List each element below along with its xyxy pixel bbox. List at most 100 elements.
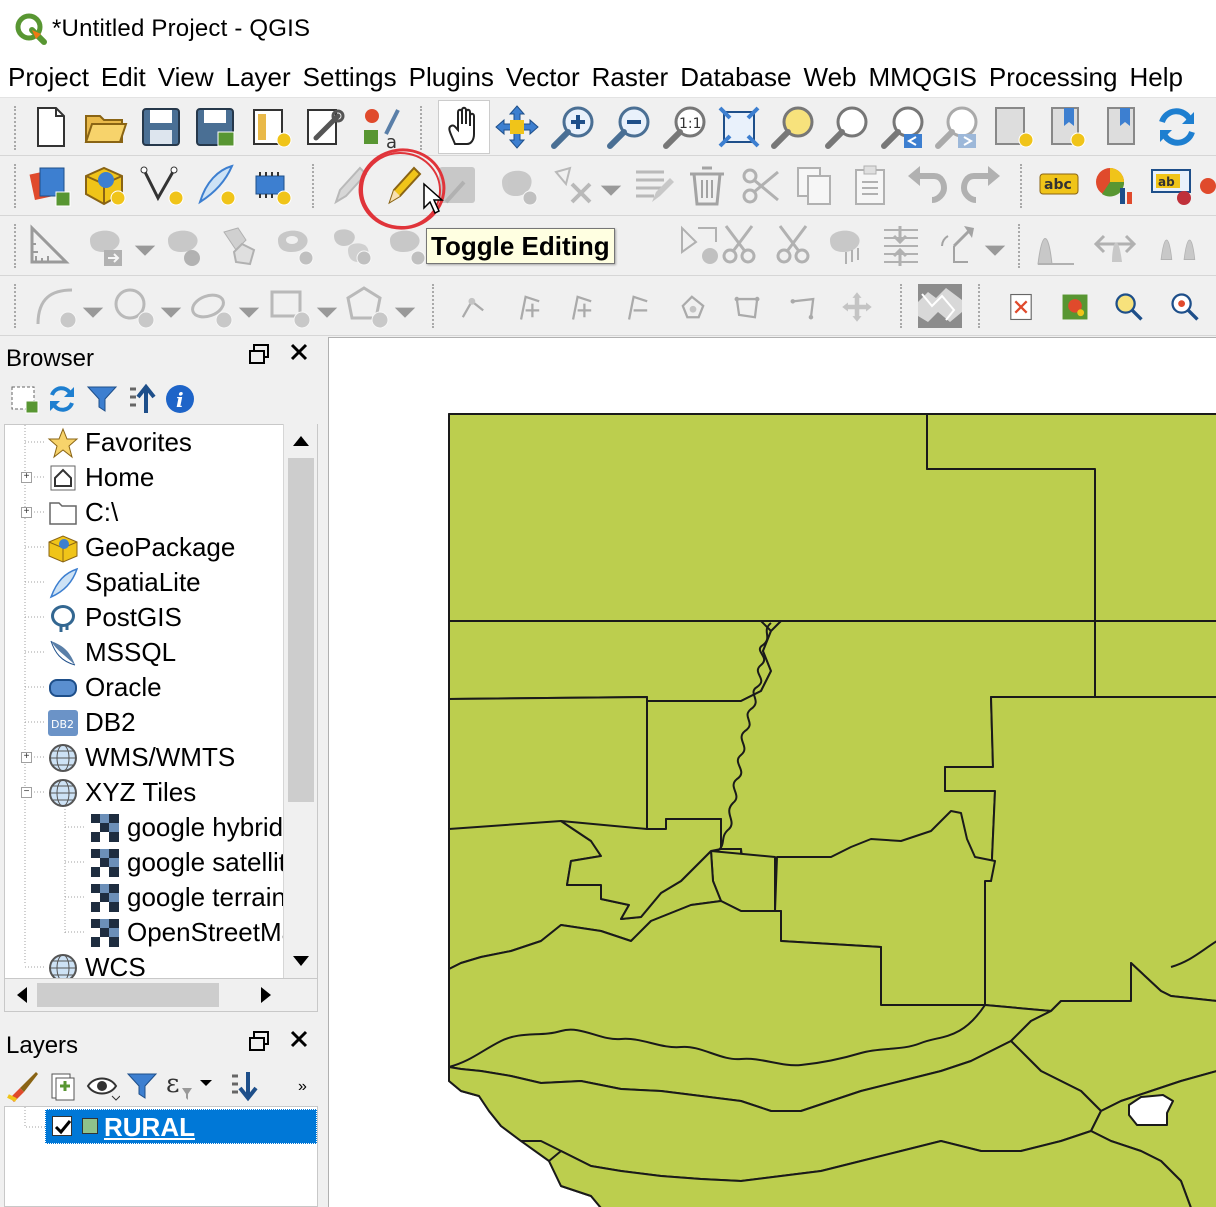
digitizing-tool-2-icon[interactable]	[504, 282, 554, 332]
browser-item-google-terrain[interactable]: google terrain	[89, 880, 286, 915]
manage-visibility-icon[interactable]	[86, 1070, 121, 1107]
split-features-icon[interactable]	[716, 220, 766, 270]
toolbar-grip[interactable]	[14, 164, 20, 208]
zoom-next-icon[interactable]	[932, 102, 982, 152]
fill-ring-icon[interactable]	[382, 220, 432, 270]
new-print-layout-icon[interactable]	[246, 102, 296, 152]
zoom-in-icon[interactable]	[548, 102, 598, 152]
browser-item-openstreetmap[interactable]: OpenStreetMap	[89, 915, 311, 950]
more-tools-icon[interactable]: »	[298, 1078, 307, 1096]
vertex-tool-icon[interactable]	[548, 160, 598, 210]
pan-to-selection-icon[interactable]	[492, 102, 542, 152]
collapse-all-icon[interactable]	[126, 383, 158, 420]
add-ellipse-icon[interactable]	[186, 282, 236, 332]
delete-selected-icon[interactable]	[682, 160, 732, 210]
menu-raster[interactable]: Raster	[592, 62, 675, 93]
add-part-icon[interactable]	[326, 220, 376, 270]
map-canvas[interactable]	[328, 337, 1216, 1207]
browser-item-mssql[interactable]: MSSQL	[47, 635, 176, 670]
filter-browser-icon[interactable]	[86, 383, 118, 420]
browser-item-google-satellite[interactable]: google satellite	[89, 845, 300, 880]
scrollbar-thumb[interactable]	[288, 458, 314, 802]
circular-string-dropdown-icon[interactable]	[78, 286, 108, 336]
scrollbar-thumb[interactable]	[37, 983, 219, 1007]
current-edits-icon[interactable]	[324, 160, 374, 210]
menu-project[interactable]: Project	[8, 62, 95, 93]
zoom-last-icon[interactable]	[878, 102, 928, 152]
scroll-down-arrow-icon[interactable]	[290, 950, 312, 972]
add-selected-layers-icon[interactable]	[8, 383, 40, 420]
expand-icon[interactable]: +	[21, 752, 32, 763]
layer-styling-icon[interactable]	[6, 1070, 40, 1107]
rotate-point-dropdown-icon[interactable]	[980, 224, 1010, 274]
open-project-icon[interactable]	[80, 102, 130, 152]
georeferencer-icon[interactable]	[996, 282, 1046, 332]
browser-item-oracle[interactable]: Oracle	[47, 670, 162, 705]
new-shapefile-layer-icon[interactable]	[136, 160, 186, 210]
offset-curve-dropdown-icon[interactable]	[130, 224, 160, 274]
filter-by-expression-icon[interactable]: ε	[164, 1068, 212, 1107]
toolbar-grip[interactable]	[978, 284, 984, 328]
browser-item-wms-wmts[interactable]: + WMS/WMTS	[21, 740, 235, 775]
browser-horizontal-scrollbar[interactable]	[4, 978, 318, 1012]
new-bookmark-icon[interactable]	[1042, 102, 1092, 152]
label-tools-overflow-icon[interactable]	[1196, 160, 1216, 210]
add-ring-icon[interactable]	[270, 220, 320, 270]
zoom-to-layer-icon[interactable]	[822, 102, 872, 152]
county-polygon[interactable]	[448, 696, 648, 830]
new-map-view-icon[interactable]	[988, 102, 1038, 152]
toolbar-grip[interactable]	[312, 164, 318, 208]
zoom-to-point-icon[interactable]	[1104, 282, 1154, 332]
menu-settings[interactable]: Settings	[303, 62, 403, 93]
browser-item-xyz-tiles[interactable]: − XYZ Tiles	[21, 775, 196, 810]
zoom-native-icon[interactable]: 1:1	[660, 102, 710, 152]
identify-features-icon[interactable]	[1160, 282, 1210, 332]
new-memory-layer-icon[interactable]	[246, 160, 296, 210]
offset-curve-icon[interactable]	[82, 220, 132, 270]
map-polygons[interactable]	[329, 338, 1216, 1207]
paste-features-icon[interactable]	[846, 160, 896, 210]
toolbar-grip[interactable]	[14, 224, 20, 268]
menu-help[interactable]: Help	[1129, 62, 1188, 93]
advanced-digitizing-icon[interactable]	[24, 220, 74, 270]
toolbar-grip[interactable]	[900, 284, 906, 328]
refresh-browser-icon[interactable]	[46, 383, 78, 420]
digitizing-tool-4-icon[interactable]	[612, 282, 662, 332]
digitizing-tool-1-icon[interactable]	[448, 282, 498, 332]
toolbar-grip[interactable]	[14, 106, 20, 150]
save-project-icon[interactable]	[136, 102, 186, 152]
layer-visibility-checkbox[interactable]	[52, 1116, 72, 1136]
redo-icon[interactable]	[956, 160, 1006, 210]
toolbar-grip[interactable]	[14, 284, 20, 328]
data-source-manager-icon[interactable]	[26, 160, 76, 210]
zoom-full-icon[interactable]	[714, 102, 764, 152]
unfilled-polygon[interactable]	[1128, 1094, 1174, 1126]
new-spatialite-layer-icon[interactable]	[190, 160, 240, 210]
close-panel-icon[interactable]	[288, 341, 310, 370]
scroll-right-arrow-icon[interactable]	[255, 984, 277, 1006]
toolbar-grip[interactable]	[1020, 164, 1026, 208]
add-polygon-feature-icon[interactable]	[494, 160, 544, 210]
cut-features-icon[interactable]	[736, 160, 786, 210]
new-geopackage-layer-icon[interactable]	[80, 160, 130, 210]
vertex-tool-dropdown-icon[interactable]	[596, 164, 626, 214]
add-regular-polygon-icon[interactable]	[342, 282, 392, 332]
refresh-icon[interactable]	[1152, 102, 1202, 152]
filter-legend-icon[interactable]	[126, 1070, 158, 1107]
menu-processing[interactable]: Processing	[989, 62, 1124, 93]
expand-all-icon[interactable]	[228, 1070, 260, 1107]
layer-diagram-options-icon[interactable]	[1090, 160, 1140, 210]
save-as-icon[interactable]	[190, 102, 240, 152]
browser-item-favorites[interactable]: Favorites	[47, 425, 192, 460]
rectangle-dropdown-icon[interactable]	[312, 286, 342, 336]
digitizing-tool-6-icon[interactable]	[722, 282, 772, 332]
menu-plugins[interactable]: Plugins	[409, 62, 500, 93]
heatmap-plugin-icon[interactable]	[1050, 282, 1100, 332]
style-manager-icon[interactable]: a	[356, 102, 406, 153]
expand-icon[interactable]: +	[21, 507, 32, 518]
copy-features-icon[interactable]	[790, 160, 840, 210]
county-polygon[interactable]	[1094, 620, 1216, 698]
scroll-left-arrow-icon[interactable]	[11, 984, 33, 1006]
new-project-icon[interactable]	[26, 102, 76, 152]
move-feature-icon[interactable]	[832, 282, 882, 332]
